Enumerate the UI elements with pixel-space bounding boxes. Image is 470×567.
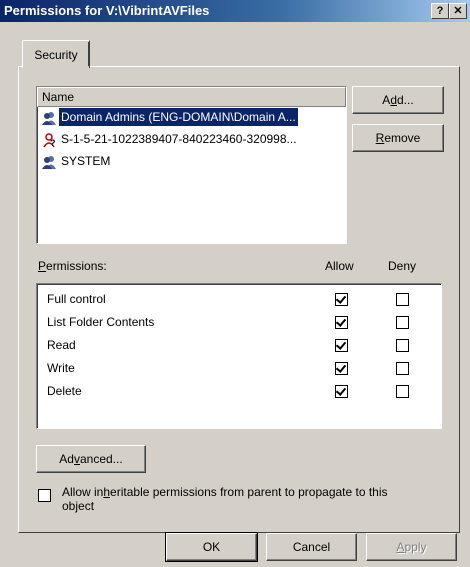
cancel-button[interactable]: Cancel	[266, 533, 357, 561]
name-list-item-label: SYSTEM	[61, 154, 111, 168]
allow-checkbox[interactable]	[335, 339, 348, 352]
deny-checkbox[interactable]	[396, 293, 409, 306]
remove-label-post: emove	[384, 131, 421, 145]
advanced-button[interactable]: Advanced...	[36, 445, 146, 473]
name-column-label: Name	[42, 90, 75, 104]
deny-checkbox[interactable]	[396, 339, 409, 352]
permission-row: Full control	[37, 288, 441, 311]
inherit-checkbox[interactable]	[38, 489, 51, 502]
permission-name: Read	[47, 338, 76, 352]
user-group-icon	[41, 110, 57, 126]
permissions-label: Permissions:	[38, 259, 107, 273]
name-list-item[interactable]: SYSTEM	[37, 151, 346, 173]
name-list-item-label: Domain Admins (ENG-DOMAIN\Domain A...	[58, 107, 299, 127]
allow-column-header: Allow	[325, 259, 354, 273]
add-label-post: d...	[397, 93, 414, 107]
apply-label-post: pply	[404, 540, 427, 554]
help-button[interactable]: ?	[431, 3, 449, 19]
name-list-item[interactable]: ? S-1-5-21-1022389407-840223460-320998...	[37, 129, 346, 151]
deny-column-header: Deny	[388, 259, 417, 273]
deny-checkbox[interactable]	[396, 316, 409, 329]
permissions-label-mnemonic: P	[38, 259, 47, 273]
unknown-user-icon: ?	[41, 132, 57, 148]
inherit-label: Allow inheritable permissions from paren…	[62, 485, 442, 513]
permissions-list: Full control List Folder Contents Read Writ…	[36, 283, 442, 429]
permission-row: Delete	[37, 380, 441, 403]
permission-rows: Full control List Folder Contents Read Writ…	[37, 284, 441, 403]
apply-label-mnemonic: A	[396, 540, 405, 554]
remove-label-mnemonic: R	[375, 131, 385, 145]
name-column-header[interactable]: Name	[37, 87, 346, 107]
add-button[interactable]: Add...	[352, 86, 444, 114]
advanced-label-pre: Ad	[59, 452, 74, 466]
inherit-checkbox-box[interactable]	[38, 489, 51, 502]
apply-button[interactable]: Apply	[366, 533, 457, 561]
remove-button[interactable]: Remove	[352, 124, 444, 152]
allow-checkbox[interactable]	[335, 385, 348, 398]
inherit-line1-post: eritable permissions from parent to prop…	[110, 485, 388, 499]
permission-row: Read	[37, 334, 441, 357]
add-label-mnemonic: d	[390, 93, 397, 107]
allow-checkbox[interactable]	[335, 293, 348, 306]
svg-text:?: ?	[50, 138, 56, 148]
permissions-label-rest: ermissions:	[46, 259, 107, 273]
close-button[interactable]: ✕	[449, 3, 467, 19]
advanced-label-post: anced...	[79, 452, 123, 466]
inherit-line2: object	[62, 499, 95, 513]
ok-button[interactable]: OK	[165, 532, 258, 562]
name-list-item-label: S-1-5-21-1022389407-840223460-320998...	[61, 132, 297, 146]
window-title: Permissions for V:\VibrintAVFiles	[4, 3, 210, 18]
user-group-icon	[41, 154, 57, 170]
tab-edge	[88, 42, 89, 66]
deny-checkbox[interactable]	[396, 385, 409, 398]
name-list[interactable]: Name Domain Admins (ENG-DOMAIN\Domain A.…	[36, 86, 347, 244]
deny-checkbox[interactable]	[396, 362, 409, 375]
tab-security-label: Security	[34, 48, 78, 62]
allow-checkbox[interactable]	[335, 316, 348, 329]
permission-name: List Folder Contents	[47, 315, 155, 329]
name-list-item[interactable]: Domain Admins (ENG-DOMAIN\Domain A...	[37, 107, 346, 129]
permission-row: List Folder Contents	[37, 311, 441, 334]
permission-name: Delete	[47, 384, 82, 398]
permission-name: Write	[47, 361, 75, 375]
name-rows: Domain Admins (ENG-DOMAIN\Domain A...? S-…	[37, 107, 346, 173]
permission-row: Write	[37, 357, 441, 380]
permission-name: Full control	[47, 292, 106, 306]
tab-security[interactable]: Security	[22, 40, 90, 68]
allow-checkbox[interactable]	[335, 362, 348, 375]
inherit-line1-pre: Allow in	[62, 485, 104, 499]
